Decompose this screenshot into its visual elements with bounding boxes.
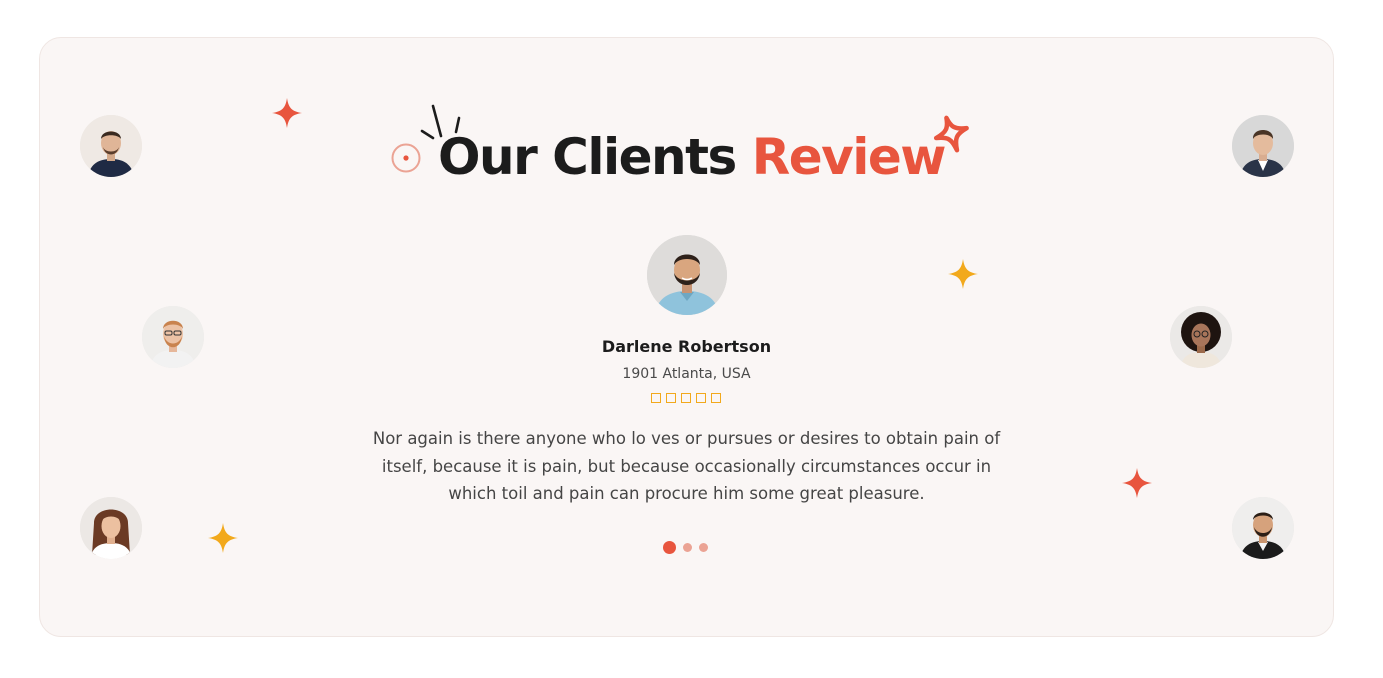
star-icon: [696, 393, 706, 403]
star-icon: [711, 393, 721, 403]
review-text: Nor again is there anyone who lo ves or …: [372, 429, 1001, 503]
title-main: Our Clients: [438, 128, 737, 186]
client-avatar[interactable]: [1232, 497, 1294, 559]
reviewer-location: 1901 Atlanta, USA: [622, 366, 751, 382]
star-rating: [651, 393, 721, 403]
title-accent: Review: [751, 128, 947, 186]
sparkle-icon: [948, 259, 978, 289]
sparkle-icon: [1122, 468, 1152, 498]
client-avatar[interactable]: [80, 115, 142, 177]
section-title: Our Clients Review: [0, 126, 1383, 188]
star-icon: [666, 393, 676, 403]
reviewer-name: Darlene Robertson: [601, 337, 772, 356]
reviewer-avatar: [647, 235, 727, 315]
star-icon: [681, 393, 691, 403]
pagination-dot[interactable]: [683, 543, 692, 552]
client-avatar[interactable]: [80, 497, 142, 559]
client-avatar[interactable]: [1232, 115, 1294, 177]
sparkle-icon: [208, 523, 238, 553]
star-icon: [651, 393, 661, 403]
sparkle-icon: [272, 98, 302, 128]
carousel-pagination: [663, 541, 708, 554]
pagination-dot[interactable]: [699, 543, 708, 552]
pagination-dot-active[interactable]: [663, 541, 676, 554]
